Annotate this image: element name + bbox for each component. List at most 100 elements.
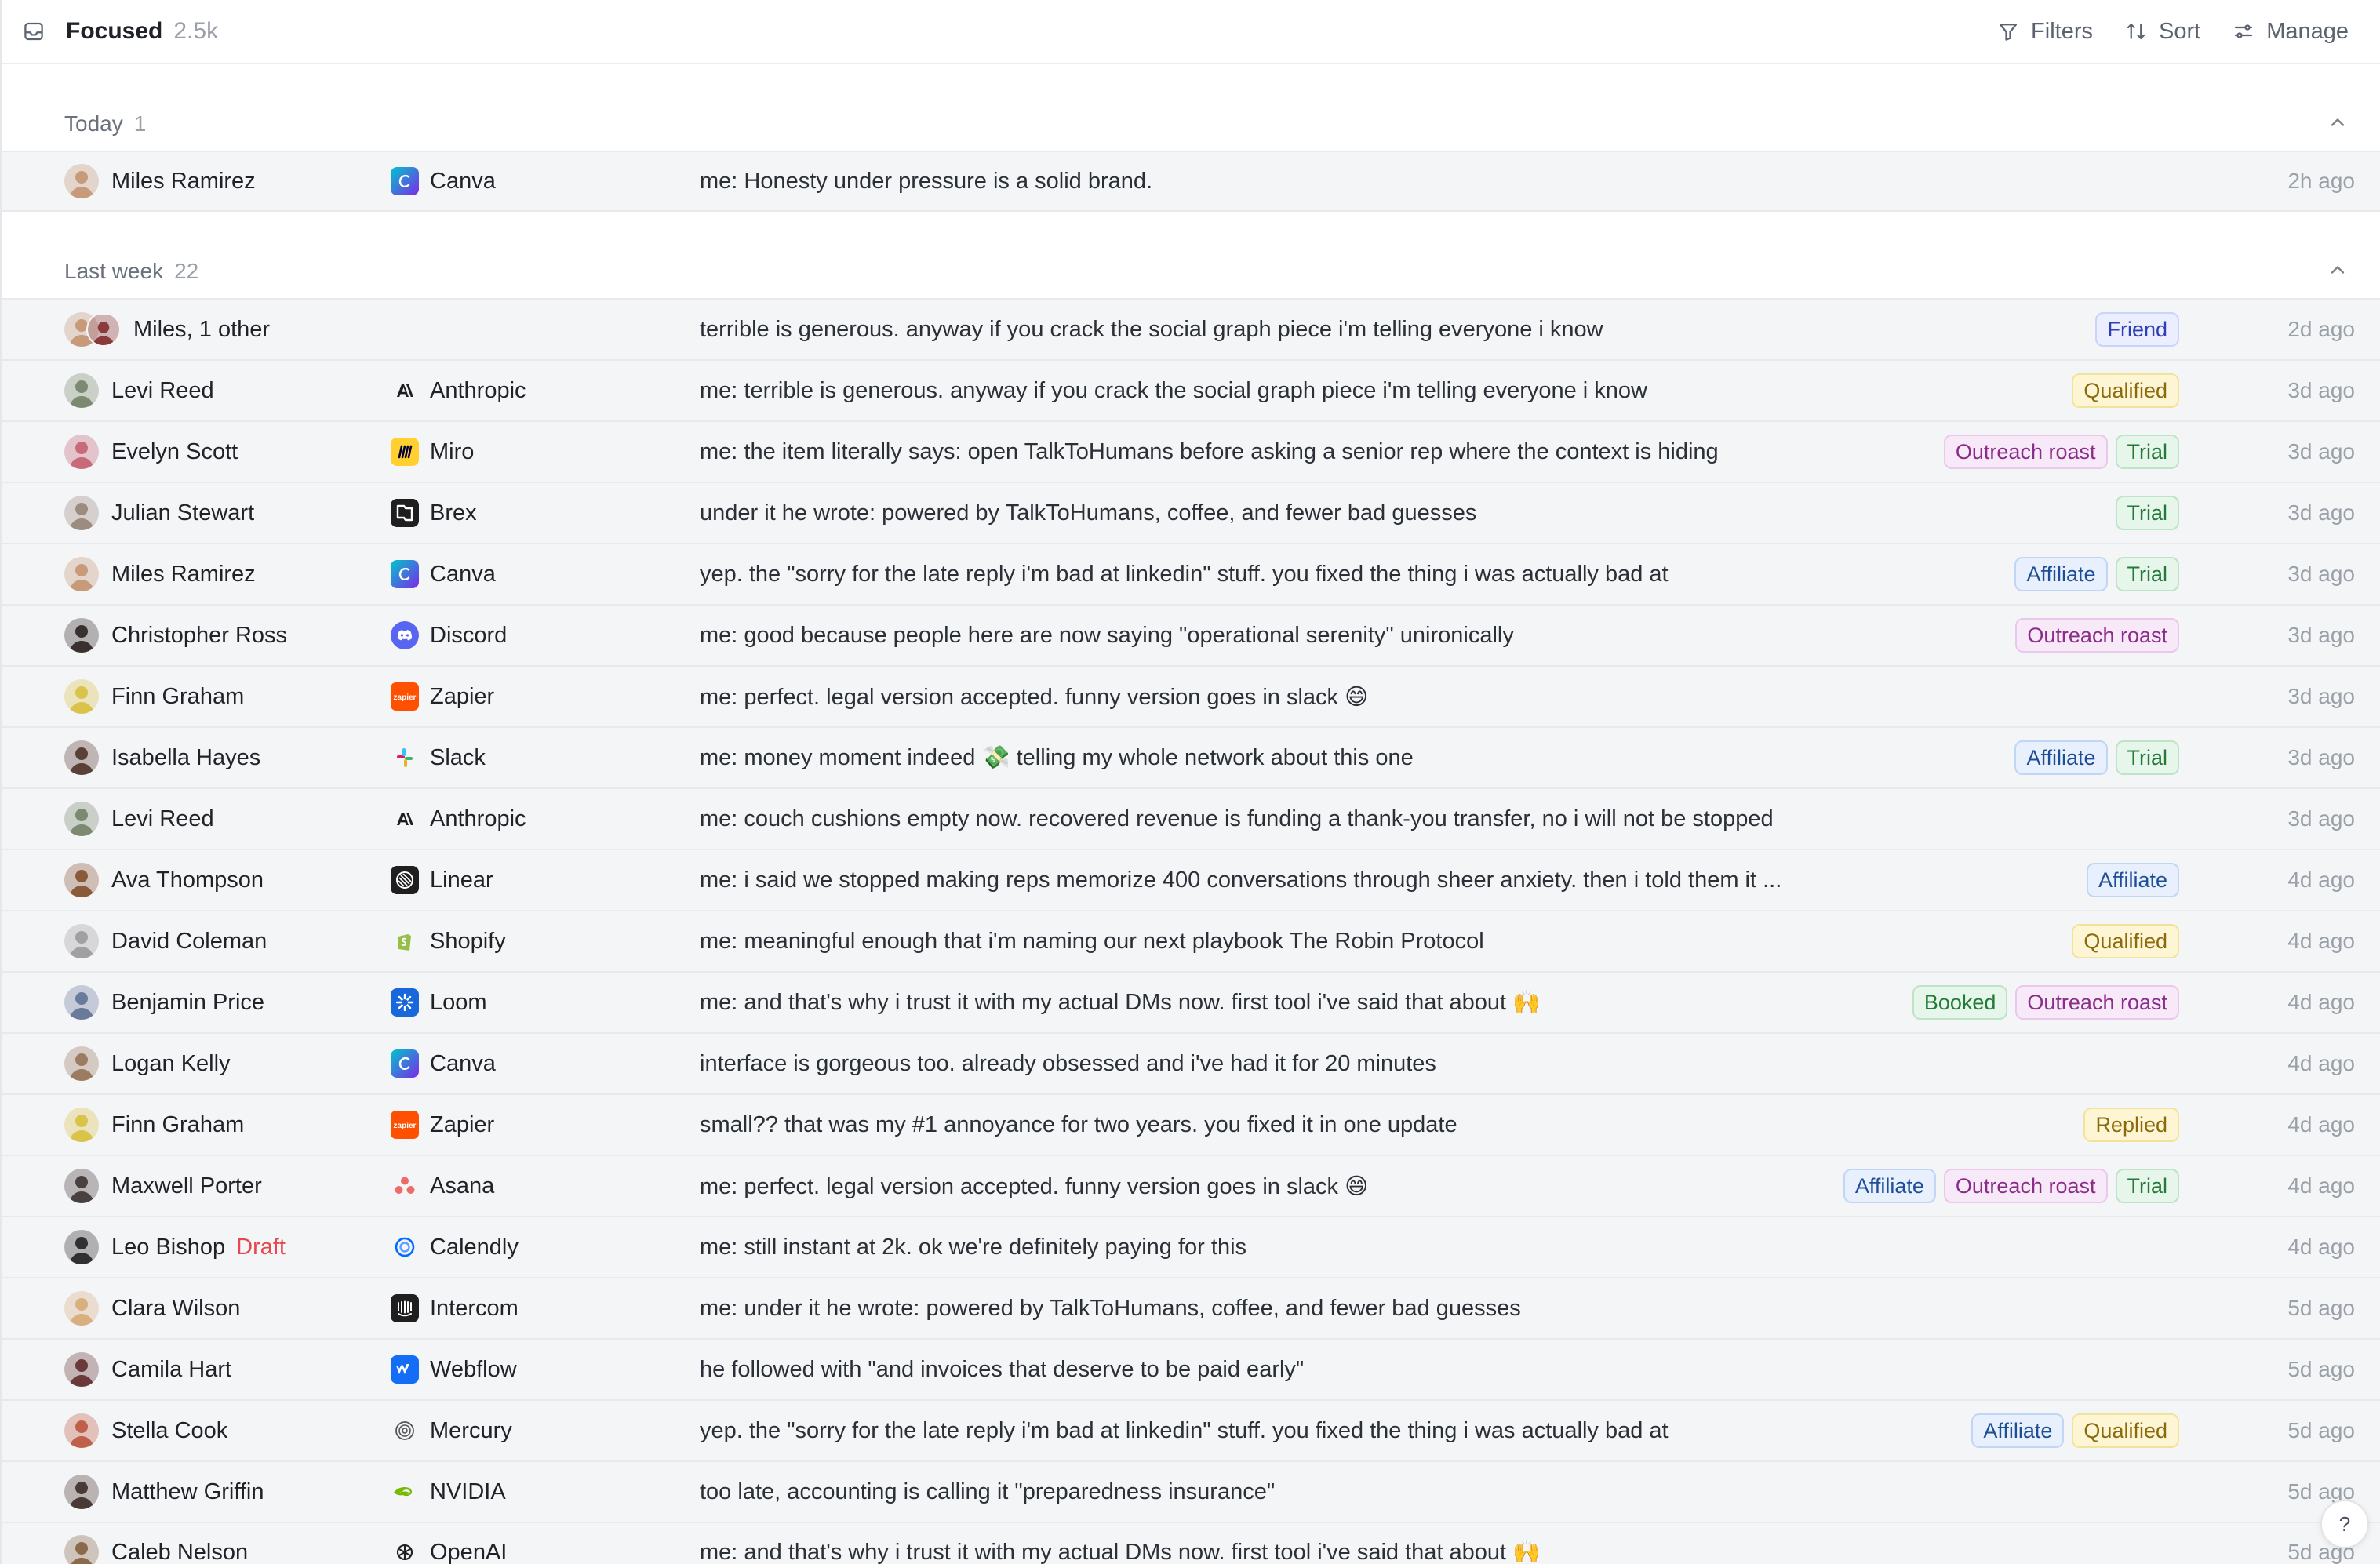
tag-roast[interactable]: Outreach roast	[1943, 435, 2108, 469]
conversation-row[interactable]: Matthew Griffin NVIDIA too late, accountin…	[2, 1460, 2380, 1522]
conversation-row[interactable]: Isabella Hayes Slack me: money moment inde…	[2, 726, 2380, 787]
tag-friend[interactable]: Friend	[2095, 312, 2179, 347]
filters-button[interactable]: Filters	[1996, 19, 2093, 45]
conversation-row[interactable]: Miles, 1 other terrible is generous. anyw…	[2, 298, 2380, 359]
page-count: 2.5k	[173, 18, 219, 44]
tag-qualified[interactable]: Qualified	[2072, 373, 2179, 408]
conversation-row[interactable]: Maxwell Porter Asana me: perfect. legal ve…	[2, 1155, 2380, 1216]
chevron-up-icon[interactable]	[2327, 111, 2349, 133]
message-preview: me: meaningful enough that i'm naming ou…	[700, 928, 1484, 954]
tag-list: Affiliate	[2086, 863, 2179, 897]
canva-logo-icon	[391, 560, 419, 588]
tag-roast[interactable]: Outreach roast	[1943, 1169, 2108, 1203]
contact-name: Christopher Ross	[111, 622, 288, 648]
avatar	[64, 1535, 99, 1564]
section-header[interactable]: Last week 22	[2, 212, 2380, 298]
svg-text:zapier: zapier	[394, 693, 417, 702]
tag-roast[interactable]: Outreach roast	[2015, 985, 2179, 1020]
inbox-app: Focused 2.5k Filters Sort Manage Today 1 M…	[0, 0, 2380, 1564]
contact-name: Caleb Nelson	[111, 1539, 249, 1564]
timestamp: 3d ago	[2287, 623, 2355, 647]
conversation-row[interactable]: Caleb Nelson OpenAI me: and that's why i t…	[2, 1522, 2380, 1564]
conversation-row[interactable]: Levi Reed Anthropic me: terrible is genero…	[2, 359, 2380, 420]
company: Calendly	[391, 1233, 519, 1261]
contact-name: David Coleman	[111, 928, 267, 954]
conversation-row[interactable]: Christopher Ross Discord me: good because …	[2, 604, 2380, 665]
conversation-row[interactable]: Ava Thompson Linear me: i said we stopped …	[2, 849, 2380, 910]
message-preview: me: terrible is generous. anyway if you …	[700, 377, 1648, 403]
contact: Ava Thompson	[64, 863, 264, 897]
help-button[interactable]: ?	[2320, 1500, 2369, 1548]
conversation-row[interactable]: Camila Hart Webflow he followed with "and …	[2, 1338, 2380, 1399]
contact-name: Levi Reed	[111, 377, 214, 403]
filters-label: Filters	[2031, 18, 2093, 44]
timestamp: 3d ago	[2287, 745, 2355, 769]
message-preview: terrible is generous. anyway if you crac…	[700, 316, 1603, 342]
conversation-row[interactable]: David Coleman Shopify me: meaningful enoug…	[2, 910, 2380, 971]
message-preview: me: good because people here are now say…	[700, 622, 1514, 648]
tag-affiliate[interactable]: Affiliate	[1971, 1413, 2065, 1448]
tag-qualified[interactable]: Qualified	[2072, 924, 2179, 958]
tag-affiliate[interactable]: Affiliate	[2014, 557, 2108, 591]
contact-name: Matthew Griffin	[111, 1479, 264, 1504]
company: Shopify	[391, 927, 506, 955]
manage-button[interactable]: Manage	[2232, 19, 2349, 45]
tag-replied[interactable]: Replied	[2083, 1108, 2179, 1142]
tag-list: Qualified	[2072, 373, 2179, 408]
company-name: Canva	[430, 561, 496, 587]
contact: Evelyn Scott	[64, 435, 238, 469]
conversation-row[interactable]: Benjamin Price Loom me: and that's why i t…	[2, 971, 2380, 1032]
tag-trial[interactable]: Trial	[2115, 1169, 2179, 1203]
company-name: Asana	[430, 1173, 495, 1198]
chevron-up-icon[interactable]	[2327, 259, 2349, 281]
section-count: 1	[133, 111, 147, 136]
message-preview: me: the item literally says: open TalkTo…	[700, 438, 1719, 464]
avatar	[64, 618, 99, 653]
tag-trial[interactable]: Trial	[2115, 740, 2179, 775]
contact: Finn Graham	[64, 1108, 244, 1142]
tag-roast[interactable]: Outreach roast	[2015, 618, 2179, 653]
conversation-row[interactable]: Leo Bishop Draft Calendly me: still instant…	[2, 1216, 2380, 1277]
contact-name: Miles Ramirez	[111, 168, 256, 194]
contact-name: Miles, 1 other	[133, 316, 271, 342]
tag-affiliate[interactable]: Affiliate	[2014, 740, 2108, 775]
company-name: Zapier	[430, 683, 495, 709]
contact-name: Leo Bishop	[111, 1234, 226, 1260]
conversation-row[interactable]: Finn Graham zapier Zapier me: perfect. lega…	[2, 665, 2380, 726]
company-name: Anthropic	[430, 377, 526, 403]
tag-affiliate[interactable]: Affiliate	[2086, 863, 2179, 897]
conversation-row[interactable]: Miles Ramirez Canva me: Honesty under pres…	[2, 151, 2380, 212]
tag-trial[interactable]: Trial	[2115, 435, 2179, 469]
tag-qualified[interactable]: Qualified	[2072, 1413, 2179, 1448]
sort-button[interactable]: Sort	[2124, 19, 2200, 45]
timestamp: 3d ago	[2287, 806, 2355, 831]
contact: Miles Ramirez	[64, 557, 256, 591]
shopify-logo-icon	[391, 927, 419, 955]
section-count: 22	[174, 259, 199, 283]
contact: Leo Bishop Draft	[64, 1230, 286, 1264]
timestamp: 3d ago	[2287, 562, 2355, 586]
company: Canva	[391, 560, 496, 588]
conversation-row[interactable]: Clara Wilson Intercom me: under it he wrot…	[2, 1277, 2380, 1338]
company: Linear	[391, 866, 493, 894]
company: zapier Zapier	[391, 1111, 494, 1139]
conversation-row[interactable]: Levi Reed Anthropic me: couch cushions emp…	[2, 787, 2380, 849]
conversation-row[interactable]: Miles Ramirez Canva yep. the "sorry for th…	[2, 543, 2380, 604]
tag-trial[interactable]: Trial	[2115, 496, 2179, 530]
conversation-row[interactable]: Logan Kelly Canva interface is gorgeous to…	[2, 1032, 2380, 1093]
contact: Isabella Hayes	[64, 740, 260, 775]
tag-trial[interactable]: Trial	[2115, 557, 2179, 591]
avatar	[64, 924, 99, 958]
company: Intercom	[391, 1294, 519, 1322]
tag-affiliate[interactable]: Affiliate	[1843, 1169, 1936, 1203]
section-header[interactable]: Today 1	[2, 64, 2380, 151]
company: Anthropic	[391, 376, 526, 405]
tag-booked[interactable]: Booked	[1912, 985, 2008, 1020]
conversation-row[interactable]: Stella Cook Mercury yep. the "sorry for th…	[2, 1399, 2380, 1460]
timestamp: 4d ago	[2287, 990, 2355, 1014]
conversation-row[interactable]: Julian Stewart Brex under it he wrote: pow…	[2, 482, 2380, 543]
inbox-icon[interactable]	[20, 18, 47, 45]
conversation-row[interactable]: Finn Graham zapier Zapier small?? that was …	[2, 1093, 2380, 1155]
avatar	[64, 496, 99, 530]
conversation-row[interactable]: Evelyn Scott Miro me: the item literally s…	[2, 420, 2380, 482]
